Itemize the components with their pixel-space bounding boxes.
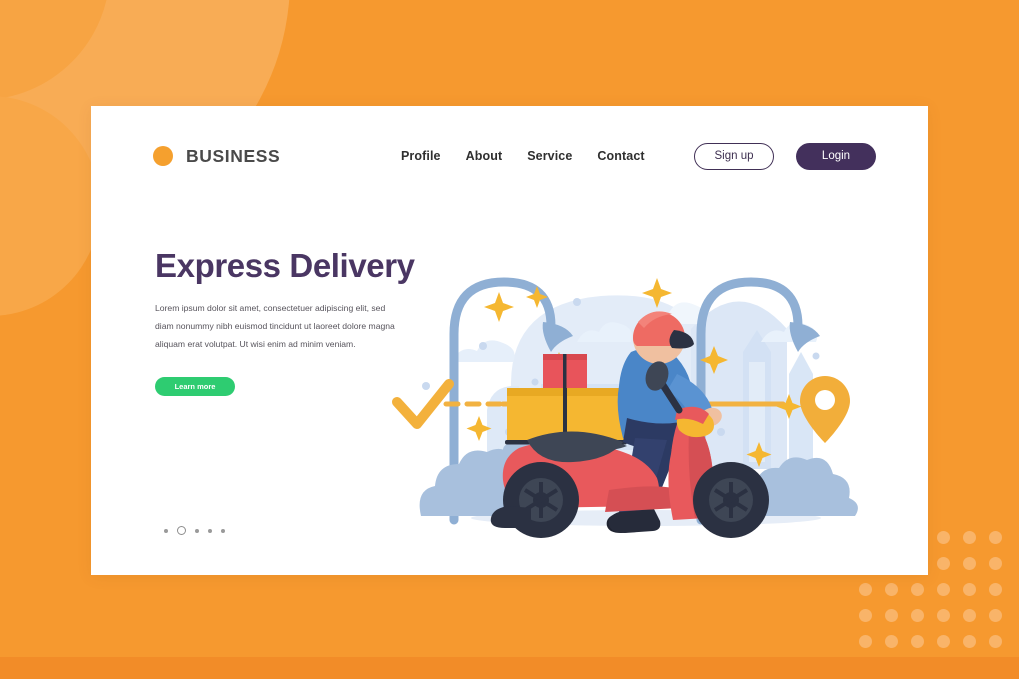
page-canvas: BUSINESS Profile About Service Contact S… <box>0 0 1019 679</box>
carousel-pagination <box>164 526 225 535</box>
bottom-strip <box>0 657 1019 679</box>
decoration-dot <box>963 583 976 596</box>
decoration-dot <box>885 583 898 596</box>
decoration-dot <box>859 635 872 648</box>
nav-link-service[interactable]: Service <box>527 149 572 163</box>
decoration-dot <box>937 635 950 648</box>
nav-link-about[interactable]: About <box>466 149 503 163</box>
signup-button[interactable]: Sign up <box>694 142 774 170</box>
nav-link-contact[interactable]: Contact <box>597 149 644 163</box>
background-blob-small <box>0 96 100 316</box>
decoration-dot <box>937 583 950 596</box>
decoration-dot <box>859 583 872 596</box>
learn-more-button[interactable]: Learn more <box>155 377 235 397</box>
checkmark-icon <box>392 379 454 429</box>
decoration-dot <box>859 609 872 622</box>
brand-logo[interactable]: BUSINESS <box>153 146 280 167</box>
decoration-dot <box>937 609 950 622</box>
front-wheel <box>693 462 769 538</box>
decoration-dot <box>911 583 924 596</box>
decoration-dot <box>989 583 1002 596</box>
pagination-dot-4[interactable] <box>208 528 212 533</box>
decoration-dot <box>989 531 1002 544</box>
decoration-dot <box>963 531 976 544</box>
decoration-dot <box>963 609 976 622</box>
decoration-dot <box>989 609 1002 622</box>
decoration-dot <box>885 609 898 622</box>
hero-illustration <box>391 234 901 544</box>
decoration-dot <box>911 635 924 648</box>
circle-dot-icon <box>153 146 173 166</box>
hero-body-text: Lorem ipsum dolor sit amet, consectetuer… <box>155 303 395 349</box>
login-button[interactable]: Login <box>796 142 876 170</box>
parcel-box-red <box>543 354 587 388</box>
pagination-dot-1[interactable] <box>164 528 168 533</box>
landing-page-card: BUSINESS Profile About Service Contact S… <box>91 106 928 575</box>
pagination-dot-5[interactable] <box>221 528 225 533</box>
nav-links: Profile About Service Contact <box>401 149 645 163</box>
background-blob-medium <box>0 0 110 100</box>
decoration-dot <box>937 531 950 544</box>
decoration-dot <box>911 609 924 622</box>
decoration-dot <box>989 557 1002 570</box>
navbar: BUSINESS Profile About Service Contact S… <box>91 106 928 206</box>
brand-name: BUSINESS <box>186 145 281 166</box>
decoration-dot <box>989 635 1002 648</box>
decoration-dot <box>937 557 950 570</box>
decoration-dot <box>963 635 976 648</box>
pagination-dot-3[interactable] <box>195 528 199 533</box>
pagination-dot-2[interactable] <box>177 526 186 535</box>
nav-actions: Sign up Login <box>694 142 876 170</box>
nav-link-profile[interactable]: Profile <box>401 149 441 163</box>
decoration-dot <box>963 557 976 570</box>
decoration-dot <box>885 635 898 648</box>
lamp-arrow-right <box>789 322 820 352</box>
